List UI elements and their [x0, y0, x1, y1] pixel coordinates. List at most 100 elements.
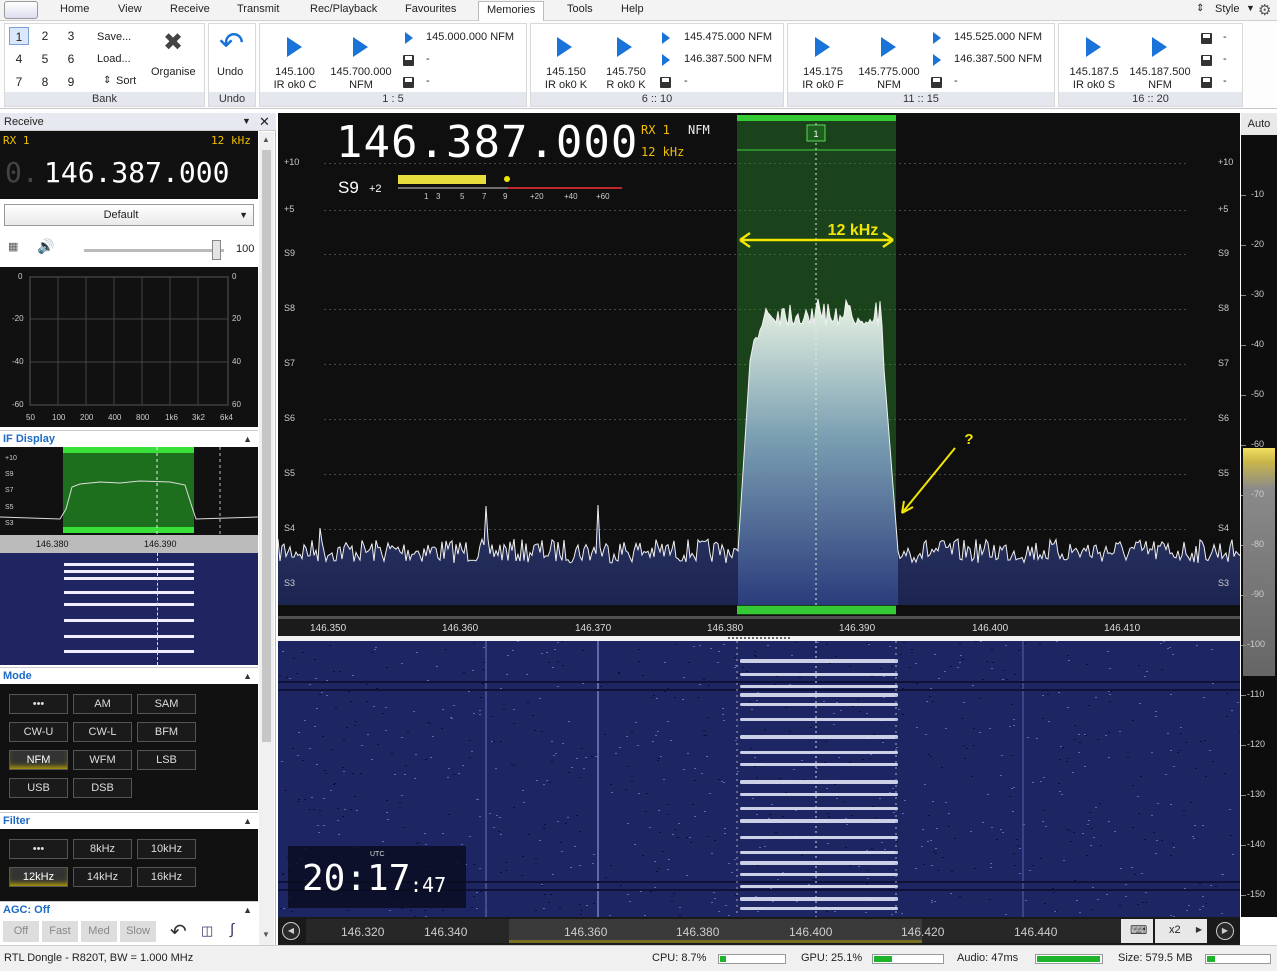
mode-wfm-button[interactable]: WFM	[73, 750, 132, 770]
chevron-up-icon[interactable]: ▲	[243, 668, 252, 684]
tab-rec-playback[interactable]: Rec/Playback	[310, 3, 377, 15]
bank-2[interactable]: 2	[35, 27, 55, 45]
play-icon[interactable]	[353, 37, 368, 57]
sort-arrows-icon[interactable]: ⇕	[1196, 3, 1204, 14]
memory-freq[interactable]: 145.700.000	[326, 66, 396, 79]
filter-header[interactable]: Filter ▲	[0, 812, 258, 828]
mode-header[interactable]: Mode ▲	[0, 667, 258, 683]
mode-am-button[interactable]: AM	[73, 694, 132, 714]
volume-track[interactable]	[84, 249, 224, 252]
left-scrollbar[interactable]: ▲ ▼	[259, 132, 274, 945]
tab-transmit[interactable]: Transmit	[237, 3, 279, 15]
undo-button[interactable]: Undo	[217, 66, 243, 78]
memory-name[interactable]: R ok0 K	[591, 79, 661, 92]
sort-button[interactable]: Sort	[116, 75, 136, 87]
play-icon[interactable]	[662, 32, 670, 44]
auto-level-button[interactable]: Auto	[1241, 113, 1277, 135]
agc-fast-button[interactable]: Fast	[42, 921, 78, 942]
memory-freq[interactable]: 145.187.5	[1059, 66, 1129, 79]
memory-name[interactable]: IR ok0 C	[260, 79, 330, 92]
passband-bottom-edge[interactable]	[737, 606, 896, 614]
if-display[interactable]: +10 S9 S7 S5 S3 146.380 146.390	[0, 447, 258, 665]
memory-freq[interactable]: 145.175	[788, 66, 858, 79]
undo-icon[interactable]: ↶	[219, 26, 244, 61]
mode-lsb-button[interactable]: LSB	[137, 750, 196, 770]
mode-sam-button[interactable]: SAM	[137, 694, 196, 714]
play-icon[interactable]	[1086, 37, 1101, 57]
memory-slot[interactable]: 145.525.000 NFM	[954, 31, 1042, 43]
passband-top-edge[interactable]	[737, 115, 896, 121]
tab-receive[interactable]: Receive	[170, 3, 210, 15]
save-disk-icon[interactable]	[403, 77, 414, 88]
memory-name[interactable]: NFM	[854, 79, 924, 92]
frequency-readout[interactable]: 146.387.000	[44, 156, 229, 189]
tab-view[interactable]: View	[118, 3, 142, 15]
bank-3[interactable]: 3	[61, 27, 81, 45]
memory-name[interactable]: IR ok0 S	[1059, 79, 1129, 92]
tab-help[interactable]: Help	[621, 3, 644, 15]
play-icon[interactable]	[933, 32, 941, 44]
save-disk-icon[interactable]	[931, 77, 942, 88]
chevron-down-icon[interactable]: ▼	[262, 930, 270, 939]
bank-6[interactable]: 6	[61, 50, 81, 68]
main-frequency-readout[interactable]: 146.387.000	[336, 117, 638, 168]
preset-select[interactable]: Default ▼	[4, 204, 254, 226]
volume-slider-thumb[interactable]	[212, 240, 221, 260]
memory-slot[interactable]: -	[426, 53, 430, 65]
filter-10khz-button[interactable]: 10kHz	[137, 839, 196, 859]
save-disk-icon[interactable]	[403, 55, 414, 66]
memory-slot[interactable]: 145.000.000 NFM	[426, 31, 514, 43]
bank-7[interactable]: 7	[9, 73, 29, 91]
vfo-display[interactable]: RX 1 12 kHz 0. 146.387.000	[0, 131, 258, 199]
frequency-axis[interactable]	[278, 616, 1240, 636]
chevron-up-icon[interactable]: ▲	[262, 135, 270, 144]
bank-5[interactable]: 5	[35, 50, 55, 68]
chevron-down-icon[interactable]: ▼	[1246, 3, 1255, 13]
play-icon[interactable]	[617, 37, 632, 57]
chevron-down-icon[interactable]: ▼	[242, 116, 251, 126]
memory-slot[interactable]: 146.387.500 NFM	[954, 53, 1042, 65]
memory-name[interactable]: NFM	[1125, 79, 1195, 92]
overview-bar[interactable]: ◀ ⌨ x2 ▶ ▶ 146.320 146.340 146.360 146.380 14…	[278, 917, 1240, 945]
mode-dsb-button[interactable]: DSB	[73, 778, 132, 798]
load-bank-button[interactable]: Load...	[97, 53, 131, 65]
bank-9[interactable]: 9	[61, 73, 81, 91]
scroll-right-icon[interactable]: ▶	[1216, 922, 1234, 940]
memory-freq[interactable]: 145.100	[260, 66, 330, 79]
scrollbar-thumb[interactable]	[262, 150, 271, 742]
bank-4[interactable]: 4	[9, 50, 29, 68]
agc-off-button[interactable]: Off	[3, 921, 39, 942]
graph-icon[interactable]: ∫	[230, 921, 234, 938]
mode-usb-button[interactable]: USB	[9, 778, 68, 798]
tab-home[interactable]: Home	[60, 3, 89, 15]
splitter-grip[interactable]	[728, 637, 790, 639]
save-bank-button[interactable]: Save...	[97, 31, 131, 43]
filter-8khz-button[interactable]: 8kHz	[73, 839, 132, 859]
spectrum-display[interactable]: 1 12 kHz ? 146.387.000 RX 1 NFM 12 kHz S…	[278, 113, 1240, 636]
save-disk-icon[interactable]	[1201, 55, 1212, 66]
agc-med-button[interactable]: Med	[81, 921, 117, 942]
memory-slot[interactable]: 145.475.000 NFM	[684, 31, 772, 43]
play-icon[interactable]	[933, 54, 941, 66]
play-icon[interactable]	[557, 37, 572, 57]
play-icon[interactable]	[815, 37, 830, 57]
gear-icon[interactable]: ⚙	[1258, 1, 1271, 19]
settings-panel-icon[interactable]: ◫	[201, 923, 213, 939]
play-icon[interactable]	[287, 37, 302, 57]
chevron-up-icon[interactable]: ▲	[243, 813, 252, 829]
tab-memories[interactable]: Memories	[478, 1, 545, 22]
agc-header[interactable]: AGC: Off ▲	[0, 901, 258, 917]
memory-freq[interactable]: 145.187.500	[1125, 66, 1195, 79]
chevron-up-icon[interactable]: ▲	[243, 431, 252, 447]
waterfall-display[interactable]: UTC 20:17 :47	[278, 641, 1240, 917]
bank-8[interactable]: 8	[35, 73, 55, 91]
scroll-left-icon[interactable]: ◀	[282, 922, 300, 940]
play-icon[interactable]	[405, 32, 413, 44]
memory-slot[interactable]: -	[1223, 75, 1227, 87]
mode-cwl-button[interactable]: CW-L	[73, 722, 132, 742]
memory-slot[interactable]: -	[684, 75, 688, 87]
mode-bfm-button[interactable]: BFM	[137, 722, 196, 742]
mode-cwu-button[interactable]: CW-U	[9, 722, 68, 742]
organise-button[interactable]: Organise	[151, 66, 196, 78]
waterfall-level-scale[interactable]: Auto -10 -20 -30 -40 -50 -60 -70 -80 -90 -100 -110…	[1241, 113, 1277, 917]
